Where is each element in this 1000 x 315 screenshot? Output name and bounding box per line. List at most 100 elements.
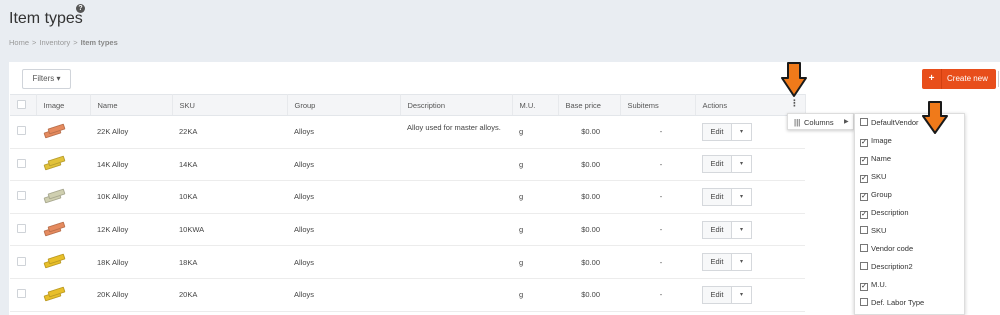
column-toggle-option[interactable]: ✓ M.U. xyxy=(860,280,887,292)
caret-down-icon: ▾ xyxy=(56,74,61,83)
column-header-group[interactable]: Group xyxy=(287,94,401,116)
column-toggle-option[interactable]: ✓ Image xyxy=(860,136,892,148)
checkbox-checked-icon[interactable]: ✓ xyxy=(860,175,868,183)
checkbox-unchecked-icon[interactable] xyxy=(860,226,868,234)
row-actions: Edit ▾ xyxy=(702,155,754,174)
column-toggle-option[interactable]: Description2 xyxy=(860,262,913,274)
columns-menu-item[interactable]: ||| Columns ▶ xyxy=(787,113,854,130)
row-actions: Edit ▾ xyxy=(702,187,754,206)
caret-down-icon: ▾ xyxy=(739,291,743,298)
row-group: Alloys xyxy=(287,115,400,149)
row-subitems: - xyxy=(620,245,695,279)
column-toggle-label: Vendor code xyxy=(871,244,914,253)
row-name: 14K Alloy xyxy=(90,148,172,182)
row-group: Alloys xyxy=(287,278,400,312)
row-sku: 10KA xyxy=(172,180,287,214)
alloy-bar-image xyxy=(43,253,66,269)
actions-dropdown-button[interactable]: ▾ xyxy=(732,253,752,272)
edit-button[interactable]: Edit xyxy=(702,220,732,239)
row-checkbox[interactable] xyxy=(17,256,26,266)
row-image-cell xyxy=(36,213,90,247)
table-row[interactable]: 20K Alloy 20KA Alloys g $0.00 - Edit ▾ xyxy=(10,278,805,312)
column-header-description[interactable]: Description xyxy=(400,94,513,116)
actions-dropdown-button[interactable]: ▾ xyxy=(732,220,752,239)
breadcrumb-inventory[interactable]: Inventory xyxy=(39,38,70,47)
column-toggle-label: Image xyxy=(871,136,892,145)
row-base-price: $0.00 xyxy=(558,245,620,279)
column-toggle-option[interactable]: Vendor code xyxy=(860,244,913,256)
edit-button[interactable]: Edit xyxy=(702,155,732,174)
actions-dropdown-button[interactable]: ▾ xyxy=(732,285,752,304)
row-checkbox[interactable] xyxy=(17,158,26,168)
checkbox-checked-icon[interactable]: ✓ xyxy=(860,157,868,165)
row-image-cell xyxy=(36,115,90,149)
checkbox-checked-icon[interactable]: ✓ xyxy=(860,211,868,219)
column-toggle-label: Def. Labor Type xyxy=(871,298,925,307)
table-row[interactable]: 10K Alloy 10KA Alloys g $0.00 - Edit ▾ xyxy=(10,180,805,214)
row-checkbox[interactable] xyxy=(17,289,26,299)
annotation-arrow-icon xyxy=(922,101,948,134)
checkbox-checked-icon[interactable]: ✓ xyxy=(860,283,868,291)
item-types-table: Image Name SKU Group Description M.U. Ba… xyxy=(10,94,806,312)
row-checkbox[interactable] xyxy=(17,191,26,201)
table-row[interactable]: 22K Alloy 22KA Alloys Alloy used for mas… xyxy=(10,115,805,149)
table-row[interactable]: 12K Alloy 10KWA Alloys g $0.00 - Edit ▾ xyxy=(10,213,805,247)
checkbox-unchecked-icon[interactable] xyxy=(860,244,868,252)
column-header-base-price[interactable]: Base price xyxy=(558,94,621,116)
caret-down-icon: ▾ xyxy=(739,161,743,168)
row-sku: 14KA xyxy=(172,148,287,182)
column-toggle-label: SKU xyxy=(871,226,887,235)
table-row[interactable]: 18K Alloy 18KA Alloys g $0.00 - Edit ▾ xyxy=(10,245,805,279)
column-header-mu[interactable]: M.U. xyxy=(512,94,559,116)
column-header-sku[interactable]: SKU xyxy=(172,94,288,116)
filters-label: Filters xyxy=(32,74,55,83)
column-toggle-option[interactable]: DefaultVendor xyxy=(860,118,919,130)
caret-down-icon: ▾ xyxy=(739,226,743,233)
row-mu: g xyxy=(512,213,558,247)
alloy-bar-image xyxy=(43,123,66,139)
actions-dropdown-button[interactable]: ▾ xyxy=(732,155,752,174)
item-types-panel: Filters ▾ + Create new Image Name SKU Gr… xyxy=(9,62,1000,315)
column-toggle-option[interactable]: ✓ Group xyxy=(860,190,892,202)
checkbox-unchecked-icon[interactable] xyxy=(860,118,868,126)
column-toggle-option[interactable]: Def. Labor Type xyxy=(860,298,924,310)
actions-dropdown-button[interactable]: ▾ xyxy=(732,187,752,206)
checkbox-unchecked-icon[interactable] xyxy=(860,262,868,270)
filters-button[interactable]: Filters ▾ xyxy=(22,69,71,89)
checkbox-checked-icon[interactable]: ✓ xyxy=(860,193,868,201)
column-header-subitems[interactable]: Subitems xyxy=(620,94,696,116)
row-name: 12K Alloy xyxy=(90,213,172,247)
row-subitems: - xyxy=(620,115,695,149)
row-group: Alloys xyxy=(287,180,400,214)
submenu-arrow-icon: ▶ xyxy=(844,119,849,125)
row-select-cell xyxy=(10,245,36,279)
page-title: Item types xyxy=(9,10,83,27)
row-actions-cell: Edit ▾ xyxy=(695,245,805,279)
row-checkbox[interactable] xyxy=(17,126,26,136)
column-toggle-label: M.U. xyxy=(871,280,887,289)
row-subitems: - xyxy=(620,148,695,182)
create-new-button[interactable]: + Create new xyxy=(922,69,996,89)
select-all-checkbox[interactable] xyxy=(17,99,26,109)
checkbox-checked-icon[interactable]: ✓ xyxy=(860,139,868,147)
breadcrumb-home[interactable]: Home xyxy=(9,38,29,47)
row-actions: Edit ▾ xyxy=(702,220,754,239)
edit-button[interactable]: Edit xyxy=(702,285,732,304)
help-icon[interactable]: ? xyxy=(76,4,85,13)
alloy-bar-image xyxy=(43,155,66,171)
edit-button[interactable]: Edit xyxy=(702,253,732,272)
column-toggle-option[interactable]: ✓ Description xyxy=(860,208,909,220)
checkbox-unchecked-icon[interactable] xyxy=(860,298,868,306)
row-checkbox[interactable] xyxy=(17,224,26,234)
row-mu: g xyxy=(512,180,558,214)
edit-button[interactable]: Edit xyxy=(702,187,732,206)
table-row[interactable]: 14K Alloy 14KA Alloys g $0.00 - Edit ▾ xyxy=(10,148,805,182)
column-header-name[interactable]: Name xyxy=(90,94,173,116)
actions-dropdown-button[interactable]: ▾ xyxy=(732,122,752,141)
kebab-menu-icon[interactable]: ⋮ xyxy=(790,97,799,109)
column-toggle-option[interactable]: ✓ SKU xyxy=(860,172,886,184)
edit-button[interactable]: Edit xyxy=(702,122,732,141)
column-toggle-option[interactable]: SKU xyxy=(860,226,886,238)
column-header-image[interactable]: Image xyxy=(36,94,91,116)
column-toggle-option[interactable]: ✓ Name xyxy=(860,154,891,166)
